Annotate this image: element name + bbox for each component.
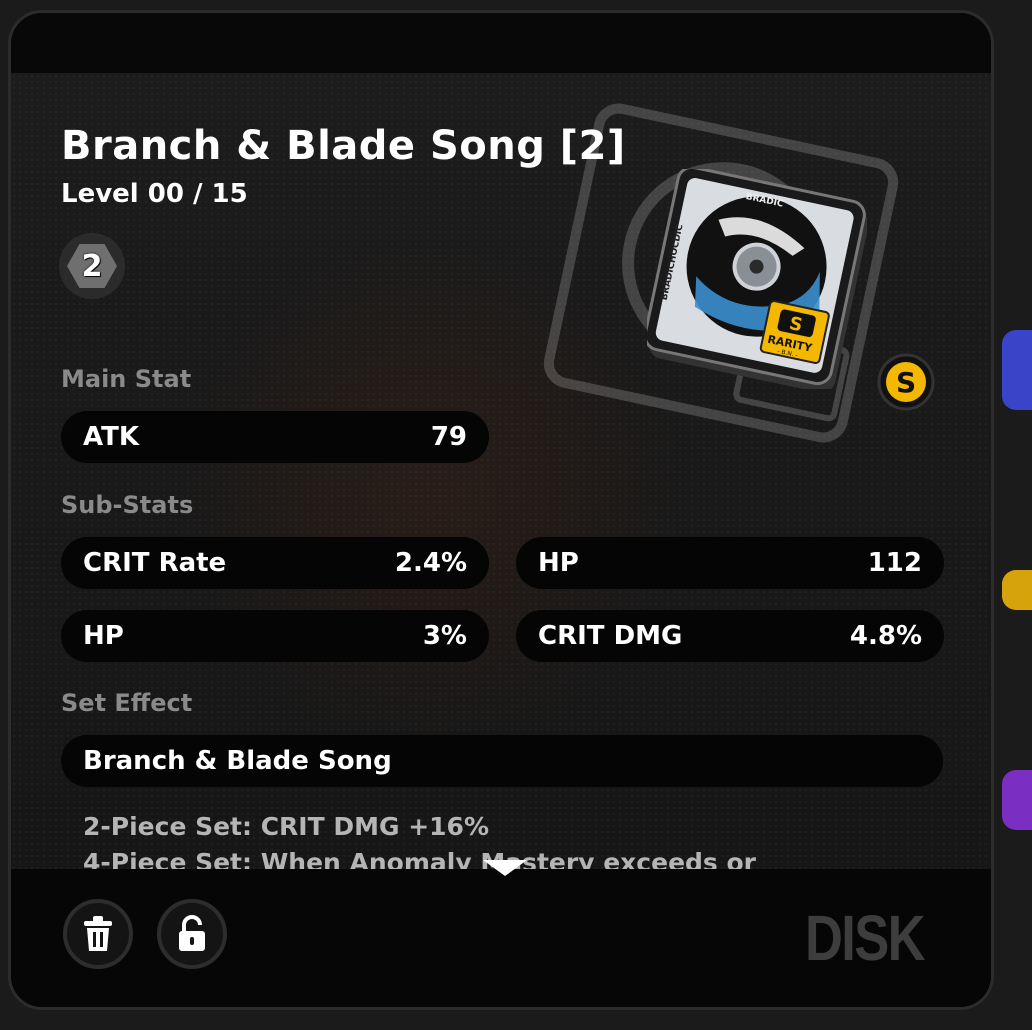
- sub-stat-row: CRIT DMG 4.8%: [516, 610, 944, 662]
- disk-card-image: BRADIC S RARITY - B.N. - BRADICHOCDIC: [647, 169, 867, 389]
- sub-stat-value: 3%: [422, 621, 467, 651]
- main-stat-value: 79: [430, 422, 467, 452]
- rarity-s-icon: S: [877, 353, 935, 411]
- disk-level: Level 00 / 15: [61, 179, 248, 209]
- slot-number-badge: 2: [59, 233, 125, 299]
- set-effect-line-2pc: 2-Piece Set: CRIT DMG +16%: [83, 812, 490, 841]
- background-edge-yellow: [1002, 570, 1032, 610]
- delete-button[interactable]: [63, 899, 133, 969]
- unlock-icon: [179, 915, 205, 951]
- sub-stat-row: HP 3%: [61, 610, 489, 662]
- sub-stat-name: CRIT Rate: [83, 548, 227, 578]
- sub-stat-name: CRIT DMG: [538, 621, 683, 651]
- set-effect-label: Set Effect: [61, 689, 193, 717]
- lock-toggle-button[interactable]: [157, 899, 227, 969]
- sub-stat-name: HP: [538, 548, 579, 578]
- sub-stat-value: 2.4%: [394, 548, 467, 578]
- disk-title: Branch & Blade Song [2]: [61, 123, 626, 169]
- disk-detail-panel: Branch & Blade Song [2] Level 00 / 15 2 …: [8, 10, 994, 1010]
- sub-stat-row: CRIT Rate 2.4%: [61, 537, 489, 589]
- main-stat-label: Main Stat: [61, 365, 192, 393]
- sub-stat-value: 112: [867, 548, 922, 578]
- sub-stat-value: 4.8%: [849, 621, 922, 651]
- main-stat-row: ATK 79: [61, 411, 489, 463]
- background-edge-blue: [1002, 330, 1032, 410]
- sub-stat-name: HP: [83, 621, 124, 651]
- slot-number: 2: [81, 248, 103, 284]
- main-stat-name: ATK: [83, 422, 139, 452]
- background-edge-purple: [1002, 770, 1032, 830]
- panel-top-bar: [11, 13, 991, 73]
- rarity-coin-letter: S: [896, 366, 916, 399]
- scroll-down-arrow-icon[interactable]: [483, 860, 527, 876]
- sub-stat-row: HP 112: [516, 537, 944, 589]
- sub-stats-label: Sub-Stats: [61, 491, 194, 519]
- category-watermark: DISK: [805, 902, 925, 974]
- trash-icon: [84, 916, 112, 951]
- hexagon-icon: 2: [67, 244, 117, 288]
- set-name: Branch & Blade Song: [83, 746, 392, 776]
- disk-detail-content[interactable]: Branch & Blade Song [2] Level 00 / 15 2 …: [11, 73, 991, 869]
- set-name-row: Branch & Blade Song: [61, 735, 943, 787]
